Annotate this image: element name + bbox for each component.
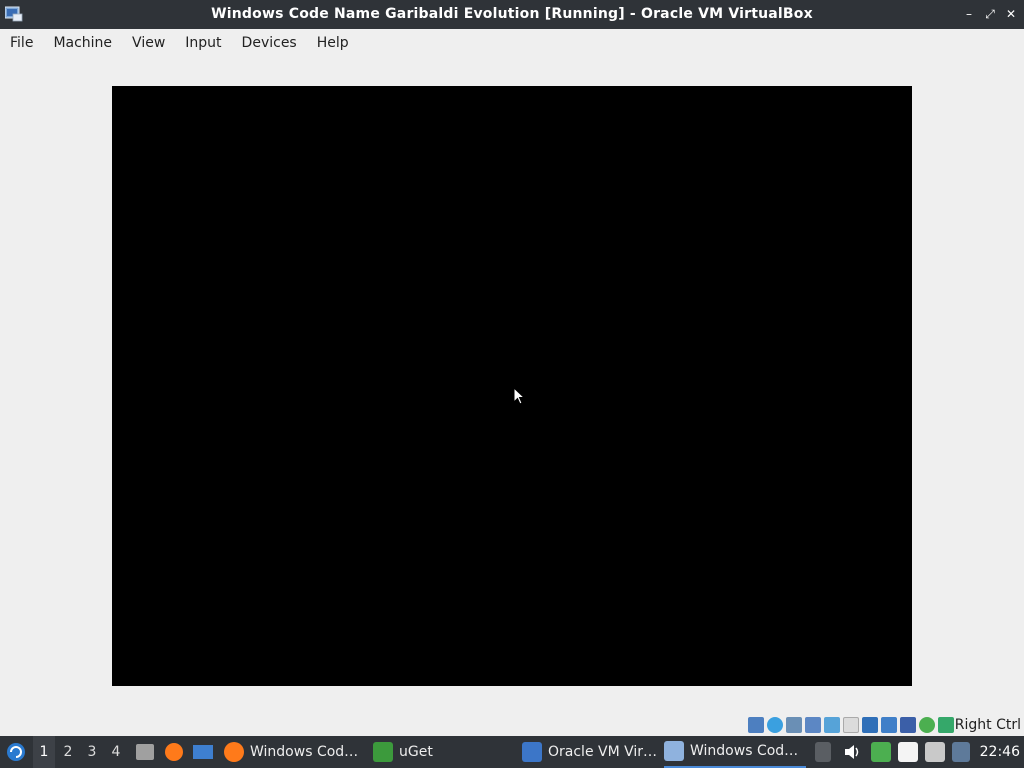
workspace-1[interactable]: 1 bbox=[33, 736, 55, 768]
usb-icon[interactable] bbox=[824, 717, 840, 733]
tray-eject-icon[interactable] bbox=[815, 742, 831, 762]
close-icon: ✕ bbox=[1005, 7, 1017, 21]
workspace-2[interactable]: 2 bbox=[57, 736, 79, 768]
menu-machine[interactable]: Machine bbox=[43, 29, 122, 57]
volume-icon[interactable] bbox=[842, 742, 862, 762]
mouse-pointer-icon bbox=[513, 386, 526, 405]
menu-input[interactable]: Input bbox=[175, 29, 231, 57]
window-titlebar[interactable]: Windows Code Name Garibaldi Evolution [R… bbox=[0, 0, 1024, 29]
display-icon[interactable] bbox=[862, 717, 878, 733]
task-uget[interactable]: uGet bbox=[373, 736, 433, 768]
firefox-icon bbox=[224, 742, 244, 762]
audio-icon[interactable] bbox=[786, 717, 802, 733]
notification-icon[interactable] bbox=[952, 742, 970, 762]
desktop-taskbar: 1 2 3 4 Windows Cod… uGet Oracle VM Vir…… bbox=[0, 736, 1024, 768]
minimize-icon: – bbox=[966, 7, 972, 21]
shared-folders-icon[interactable] bbox=[843, 717, 859, 733]
optical-drive-icon[interactable] bbox=[767, 717, 783, 733]
video-capture-icon[interactable] bbox=[881, 717, 897, 733]
window-title: Windows Code Name Garibaldi Evolution [R… bbox=[211, 6, 813, 22]
vm-display[interactable] bbox=[112, 86, 912, 686]
firefox-icon bbox=[165, 743, 183, 761]
keyboard-icon[interactable] bbox=[938, 717, 954, 733]
menu-file[interactable]: File bbox=[0, 29, 43, 57]
maximize-button[interactable]: ⤢ bbox=[983, 7, 997, 21]
workspace-3[interactable]: 3 bbox=[81, 736, 103, 768]
close-button[interactable]: ✕ bbox=[1004, 7, 1018, 21]
show-desktop-icon bbox=[193, 745, 213, 759]
mouse-integration-icon[interactable] bbox=[919, 717, 935, 733]
task-label: Windows Cod… bbox=[250, 744, 359, 760]
task-label: Oracle VM Vir… bbox=[548, 744, 658, 760]
workspace-4[interactable]: 4 bbox=[105, 736, 127, 768]
menu-view[interactable]: View bbox=[122, 29, 175, 57]
clipboard-icon[interactable] bbox=[898, 742, 918, 762]
menu-help[interactable]: Help bbox=[307, 29, 359, 57]
file-manager-launcher[interactable] bbox=[134, 736, 156, 768]
task-vm-window[interactable]: Windows Cod… bbox=[664, 736, 806, 768]
task-virtualbox-manager[interactable]: Oracle VM Vir… bbox=[522, 736, 657, 768]
task-firefox-windows[interactable]: Windows Cod… bbox=[224, 736, 358, 768]
network-tray-icon[interactable] bbox=[925, 742, 945, 762]
firefox-launcher[interactable] bbox=[163, 736, 185, 768]
start-menu-icon bbox=[7, 743, 25, 761]
desktop-launcher[interactable] bbox=[192, 736, 214, 768]
update-manager-icon[interactable] bbox=[871, 742, 891, 762]
start-menu-button[interactable] bbox=[4, 736, 28, 768]
menu-bar: File Machine View Input Devices Help bbox=[0, 29, 1024, 57]
status-indicators bbox=[748, 717, 954, 733]
virtualization-icon[interactable] bbox=[900, 717, 916, 733]
vm-status-bar: Right Ctrl bbox=[0, 714, 1024, 736]
minimize-button[interactable]: – bbox=[962, 7, 976, 21]
task-label: Windows Cod… bbox=[690, 743, 799, 759]
task-label: uGet bbox=[399, 744, 433, 760]
network-icon[interactable] bbox=[805, 717, 821, 733]
host-key-label[interactable]: Right Ctrl bbox=[955, 714, 1021, 736]
clock[interactable]: 22:46 bbox=[980, 736, 1020, 768]
virtualbox-icon bbox=[522, 742, 542, 762]
maximize-icon: ⤢ bbox=[985, 6, 995, 21]
menu-devices[interactable]: Devices bbox=[232, 29, 307, 57]
vm-vista-icon bbox=[664, 741, 684, 761]
file-manager-icon bbox=[136, 744, 154, 760]
uget-icon bbox=[373, 742, 393, 762]
hard-disk-icon[interactable] bbox=[748, 717, 764, 733]
